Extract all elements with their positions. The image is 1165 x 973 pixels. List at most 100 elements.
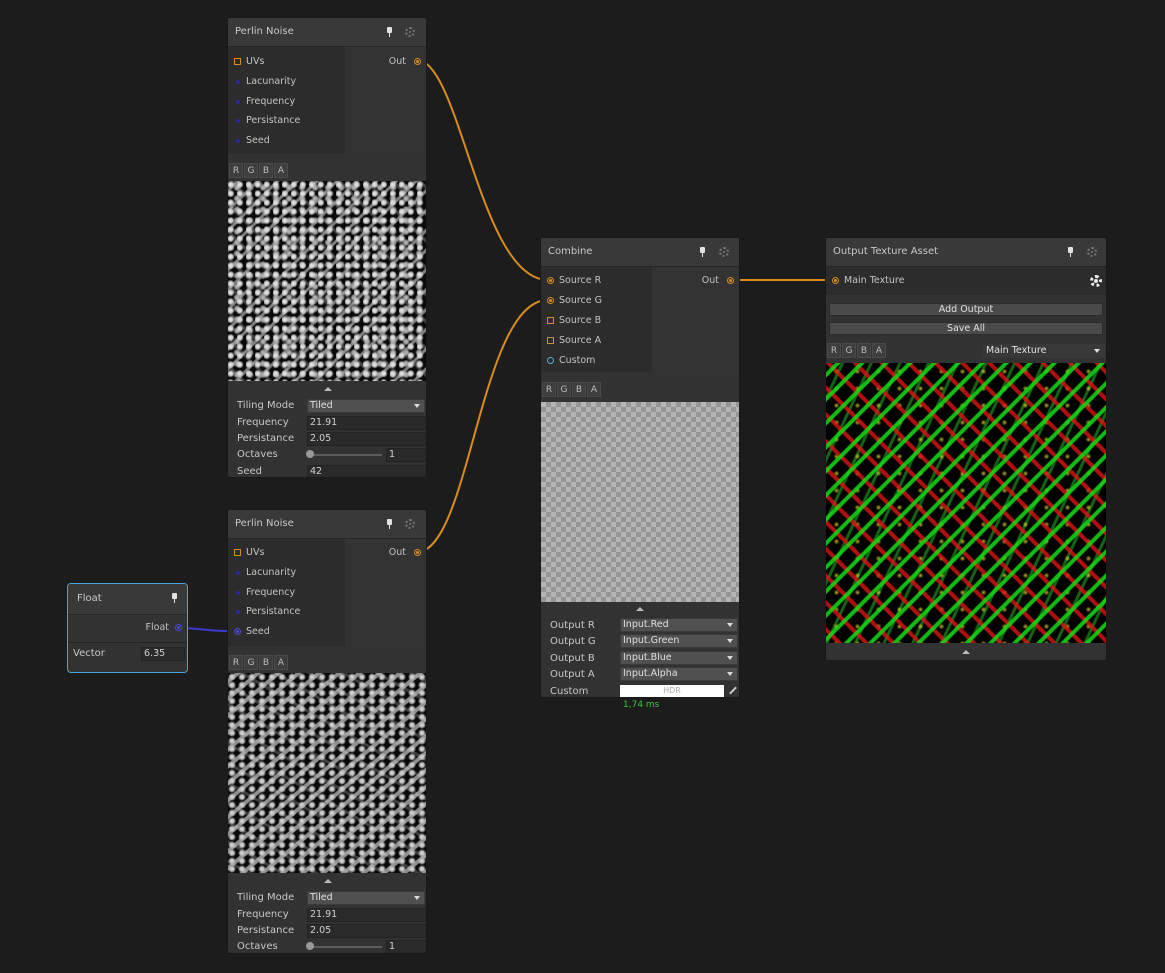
channel-r-button[interactable]: R [827, 343, 841, 358]
pin-icon[interactable] [386, 519, 393, 529]
channel-b-button[interactable]: B [259, 163, 273, 178]
node-header[interactable]: Combine [541, 238, 739, 267]
float-port-icon[interactable] [236, 80, 240, 84]
wire-perlin1-to-source-r[interactable] [416, 59, 549, 281]
output-port-float[interactable]: Float [117, 621, 187, 635]
seed-field[interactable]: 42 [307, 465, 426, 477]
texture-port-icon[interactable] [234, 549, 241, 556]
float-port-icon[interactable] [236, 571, 240, 575]
octaves-slider-track[interactable] [311, 946, 382, 948]
tiling-mode-row: Tiling Mode Tiled [228, 398, 426, 414]
pin-icon[interactable] [699, 247, 706, 257]
frequency-row: Frequency 21.91 [228, 415, 426, 431]
frequency-field[interactable]: 21.91 [307, 908, 426, 922]
combine-node[interactable]: Combine Source R Source G Source B Sourc… [540, 237, 740, 710]
octaves-field[interactable]: 1 [386, 940, 426, 953]
octaves-field[interactable]: 1 [386, 448, 426, 462]
output-b-dropdown[interactable]: Input.Blue [620, 651, 738, 665]
node-header[interactable]: Output Texture Asset [826, 238, 1106, 267]
texture-select-dropdown[interactable]: Main Texture [983, 344, 1105, 358]
float-port-icon[interactable] [236, 119, 240, 123]
persistance-field[interactable]: 2.05 [307, 432, 426, 446]
pin-icon[interactable] [171, 593, 178, 603]
texture-port-icon[interactable] [547, 317, 554, 324]
perlin-noise-node-1[interactable]: Perlin Noise UVs Lacunarity Frequency Pe… [227, 17, 427, 478]
output-g-dropdown[interactable]: Input.Green [620, 634, 738, 648]
pin-icon[interactable] [1067, 247, 1074, 257]
custom-color-field[interactable]: HDR [620, 685, 724, 697]
output-port-out[interactable]: Out [659, 274, 739, 288]
eyedropper-icon[interactable] [729, 686, 737, 695]
float-port-icon[interactable] [236, 100, 240, 104]
gear-icon[interactable] [405, 27, 415, 37]
collapse-arrow-icon[interactable] [962, 650, 970, 654]
node-header[interactable]: Perlin Noise [228, 510, 426, 539]
output-port-out[interactable]: Out [346, 55, 426, 69]
channel-a-button[interactable]: A [274, 163, 288, 178]
texture-port-connected-icon[interactable] [547, 297, 554, 304]
save-all-button[interactable]: Save All [829, 322, 1103, 335]
node-title: Perlin Noise [235, 26, 294, 37]
octaves-slider-knob[interactable] [306, 942, 314, 950]
float-port-connected-icon[interactable] [234, 628, 241, 635]
texture-port-icon[interactable] [234, 58, 241, 65]
noise-preview [228, 181, 426, 381]
add-output-button[interactable]: Add Output [829, 303, 1103, 316]
color-port-icon[interactable] [547, 357, 554, 364]
vector-field[interactable]: 6.35 [141, 647, 185, 661]
output-texture-asset-node[interactable]: Output Texture Asset Main Texture Add Ou… [825, 237, 1107, 661]
channel-a-button[interactable]: A [872, 343, 886, 358]
output-port-icon[interactable] [175, 624, 182, 631]
collapse-arrow-icon[interactable] [324, 879, 332, 883]
frequency-field[interactable]: 21.91 [307, 416, 426, 430]
gear-icon[interactable] [719, 247, 729, 257]
channel-toggles: RGBA [228, 655, 426, 671]
ports-area: UVs Lacunarity Frequency Persistance See… [228, 47, 426, 154]
float-port-icon[interactable] [236, 139, 240, 143]
channel-g-button[interactable]: G [244, 163, 258, 178]
octaves-slider-track[interactable] [311, 454, 382, 456]
channel-g-button[interactable]: G [244, 655, 258, 670]
octaves-slider-knob[interactable] [306, 450, 314, 458]
gear-icon[interactable] [1090, 275, 1102, 287]
node-header[interactable]: Float [68, 584, 187, 615]
channel-a-button[interactable]: A [587, 382, 601, 397]
collapse-arrow-icon[interactable] [324, 387, 332, 391]
gear-icon[interactable] [405, 519, 415, 529]
channel-toggles: RGBA [541, 382, 739, 398]
tiling-mode-dropdown[interactable]: Tiled [307, 891, 425, 905]
output-port-icon[interactable] [727, 277, 734, 284]
output-port-out[interactable]: Out [346, 546, 426, 560]
gear-icon[interactable] [1087, 247, 1097, 257]
channel-b-button[interactable]: B [572, 382, 586, 397]
persistance-field[interactable]: 2.05 [307, 924, 426, 938]
float-port-icon[interactable] [236, 591, 240, 595]
float-port-icon[interactable] [236, 610, 240, 614]
wire-perlin2-to-source-g[interactable] [416, 299, 549, 553]
pin-icon[interactable] [386, 27, 393, 37]
output-port-icon[interactable] [414, 58, 421, 65]
channel-g-button[interactable]: G [842, 343, 856, 358]
channel-b-button[interactable]: B [259, 655, 273, 670]
channel-r-button[interactable]: R [229, 655, 243, 670]
node-header[interactable]: Perlin Noise [228, 18, 426, 47]
texture-port-icon[interactable] [547, 337, 554, 344]
custom-row: Custom HDR [541, 684, 739, 700]
float-node[interactable]: Float Float Vector 6.35 [67, 583, 188, 673]
channel-g-button[interactable]: G [557, 382, 571, 397]
perlin-noise-node-2[interactable]: Perlin Noise UVs Lacunarity Frequency Pe… [227, 509, 427, 954]
node-title: Combine [548, 246, 593, 257]
channel-r-button[interactable]: R [542, 382, 556, 397]
channel-b-button[interactable]: B [857, 343, 871, 358]
collapse-arrow-icon[interactable] [636, 607, 644, 611]
output-port-icon[interactable] [414, 549, 421, 556]
channel-r-button[interactable]: R [229, 163, 243, 178]
texture-port-connected-icon[interactable] [832, 277, 839, 284]
seed-row: Seed 42 [228, 464, 426, 477]
tiling-mode-dropdown[interactable]: Tiled [307, 399, 425, 413]
output-r-dropdown[interactable]: Input.Red [620, 618, 738, 632]
ports-area: Source R Source G Source B Source A Cust… [541, 267, 739, 372]
output-a-dropdown[interactable]: Input.Alpha [620, 667, 738, 681]
channel-a-button[interactable]: A [274, 655, 288, 670]
texture-port-connected-icon[interactable] [547, 277, 554, 284]
